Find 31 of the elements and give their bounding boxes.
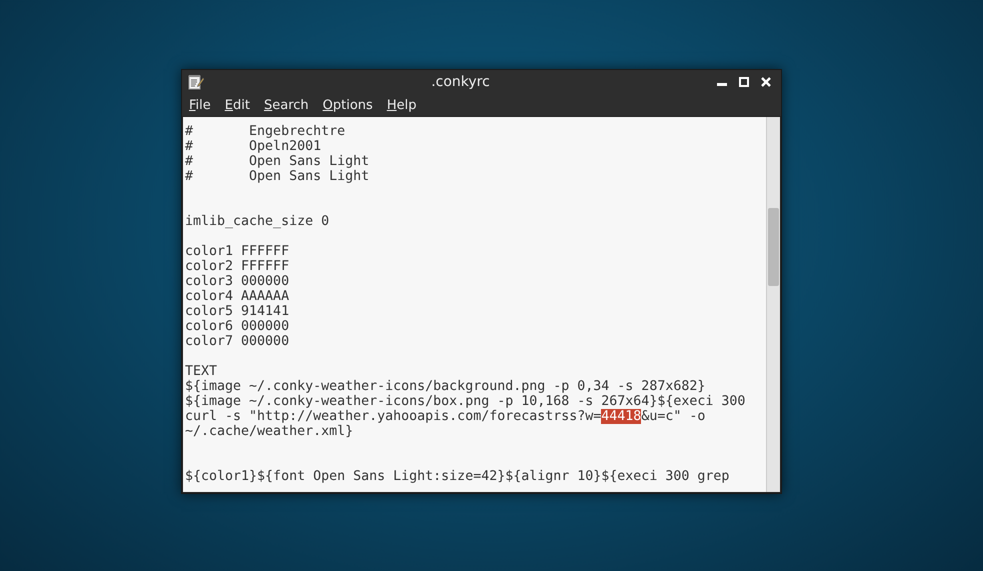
code-line: color1 FFFFFF bbox=[185, 244, 290, 259]
code-line: color5 914141 bbox=[185, 304, 290, 319]
code-line: ${image ~/.conky-weather-icons/background.png -p 0,34 -s 287x682} bbox=[185, 379, 706, 394]
code-line: color3 000000 bbox=[185, 274, 290, 289]
menu-item[interactable]: Search bbox=[256, 96, 316, 114]
code-text: &u=c" -o bbox=[641, 409, 706, 424]
close-icon[interactable] bbox=[761, 77, 771, 87]
window-title: .conkyrc bbox=[430, 74, 491, 90]
code-line: TEXT bbox=[185, 364, 218, 379]
menu-item[interactable]: Help bbox=[380, 96, 424, 114]
code-line: # Open Sans Light bbox=[185, 169, 370, 184]
code-line: imlib_cache_size 0 bbox=[185, 214, 330, 229]
code-line: # Open Sans Light bbox=[185, 154, 370, 169]
text-editor-icon bbox=[188, 74, 204, 90]
code-line: color4 AAAAAA bbox=[185, 289, 290, 304]
maximize-icon[interactable] bbox=[739, 77, 749, 87]
code-text: curl -s "http://weather.yahooapis.com/forecastrss?w= bbox=[185, 409, 602, 424]
menu-item[interactable]: Edit bbox=[218, 96, 257, 114]
code-line: color6 000000 bbox=[185, 319, 290, 334]
code-line: color7 000000 bbox=[185, 334, 290, 349]
scrollbar[interactable] bbox=[766, 117, 780, 492]
search-match: 44418 bbox=[601, 409, 642, 424]
menu-item[interactable]: File bbox=[182, 96, 218, 114]
menu-item[interactable]: Options bbox=[316, 96, 380, 114]
scrollbar-thumb[interactable] bbox=[768, 208, 779, 286]
code-line: # Opeln2001 bbox=[185, 139, 322, 154]
code-line: # Engebrechtre bbox=[185, 124, 346, 139]
code-line: ${image ~/.conky-weather-icons/box.png -p 10,168 -s 267x64}${execi 300 bbox=[185, 394, 746, 409]
code-line: ${color1}${font Open Sans Light:size=42}${alignr 10}${execi 300 grep bbox=[185, 469, 730, 484]
code-line: ~/.cache/weather.xml} bbox=[185, 424, 354, 439]
code-line: color2 FFFFFF bbox=[185, 259, 290, 274]
